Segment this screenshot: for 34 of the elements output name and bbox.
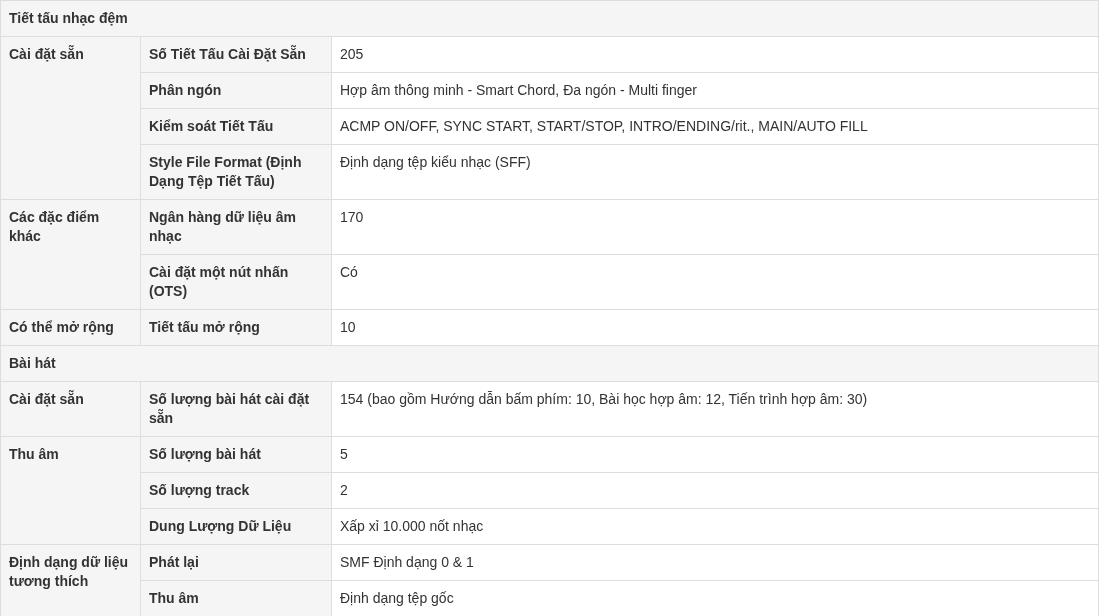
spec-value-cell: Xấp xỉ 10.000 nốt nhạc [331, 508, 1099, 545]
spec-value-cell: 170 [331, 199, 1099, 255]
spec-value-cell: Hợp âm thông minh - Smart Chord, Đa ngón - Multi finger [331, 72, 1099, 109]
spec-label-cell: Cài đặt một nút nhấn (OTS) [140, 254, 332, 310]
group-label-cell: Cài đặt sẵn [0, 36, 141, 200]
spec-value-cell: 5 [331, 436, 1099, 473]
spec-label-cell: Thu âm [140, 580, 332, 616]
spec-label-cell: Số lượng bài hát cài đặt sẵn [140, 381, 332, 437]
spec-label-cell: Phát lại [140, 544, 332, 581]
spec-value-cell: 2 [331, 472, 1099, 509]
spec-label-cell: Dung Lượng Dữ Liệu [140, 508, 332, 545]
group-label-cell: Cài đặt sẵn [0, 381, 141, 437]
spec-value-cell: 10 [331, 309, 1099, 346]
spec-label-cell: Ngân hàng dữ liệu âm nhạc [140, 199, 332, 255]
spec-value-cell: 205 [331, 36, 1099, 73]
spec-value-cell: SMF Định dạng 0 & 1 [331, 544, 1099, 581]
group-label-cell: Các đặc điểm khác [0, 199, 141, 310]
spec-label-cell: Style File Format (Định Dạng Tệp Tiết Tấu) [140, 144, 332, 200]
spec-value-cell: Định dạng tệp gốc [331, 580, 1099, 616]
spec-label-cell: Số lượng track [140, 472, 332, 509]
spec-label-cell: Số lượng bài hát [140, 436, 332, 473]
group-label-cell: Có thể mở rộng [0, 309, 141, 346]
spec-value-cell: 154 (bao gồm Hướng dẫn bấm phím: 10, Bài học hợp âm: 12, Tiến trình hợp âm: 30) [331, 381, 1099, 437]
spec-label-cell: Tiết tấu mở rộng [140, 309, 332, 346]
group-label-cell: Định dạng dữ liệu tương thích [0, 544, 141, 616]
spec-value-cell: Có [331, 254, 1099, 310]
section-heading: Bài hát [0, 345, 1099, 382]
spec-value-cell: Định dạng tệp kiểu nhạc (SFF) [331, 144, 1099, 200]
spec-label-cell: Kiểm soát Tiết Tấu [140, 108, 332, 145]
section-heading: Tiết tấu nhạc đệm [0, 0, 1099, 37]
spec-label-cell: Phân ngón [140, 72, 332, 109]
spec-label-cell: Số Tiết Tấu Cài Đặt Sẵn [140, 36, 332, 73]
spec-value-cell: ACMP ON/OFF, SYNC START, START/STOP, INTRO/ENDING/rit., MAIN/AUTO FILL [331, 108, 1099, 145]
group-label-cell: Thu âm [0, 436, 141, 545]
